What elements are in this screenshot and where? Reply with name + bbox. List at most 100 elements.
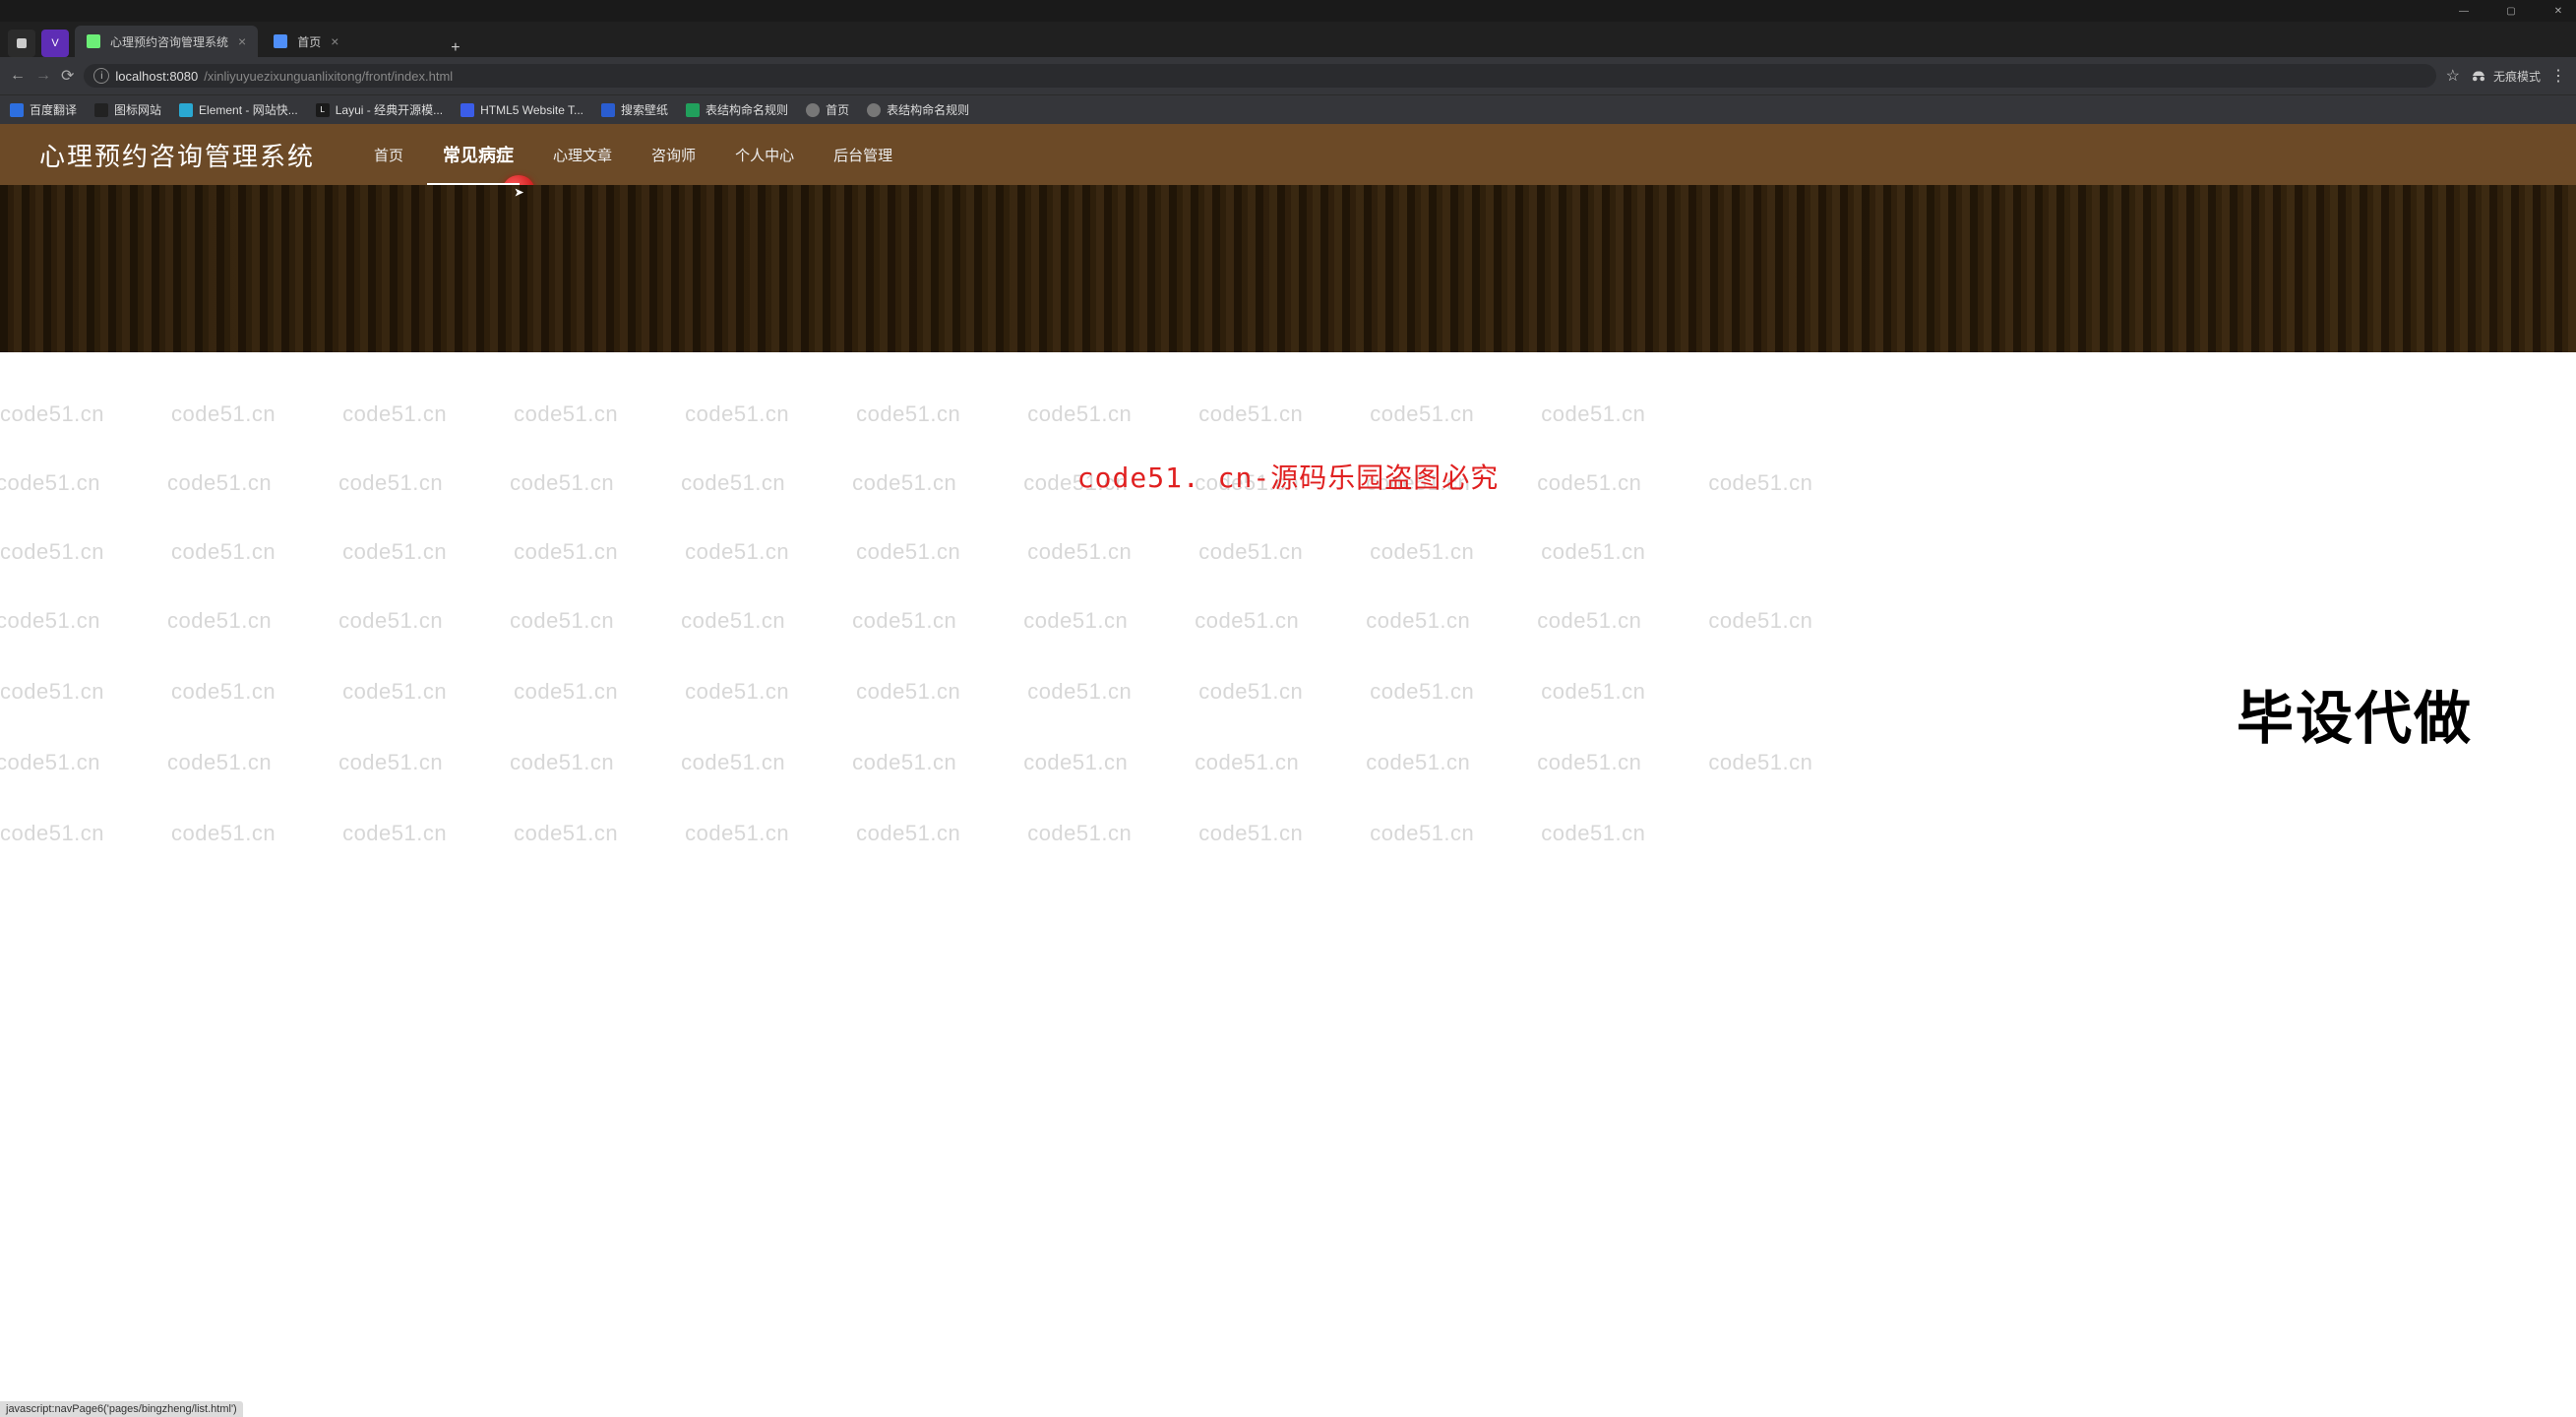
window-maximize-button[interactable]: ▢ xyxy=(2497,6,2525,17)
bookmark-favicon-icon xyxy=(686,103,700,117)
watermark-text: code51.cn xyxy=(1023,608,1128,634)
watermark-text: code51.cn xyxy=(171,821,276,846)
watermark-text: code51.cn xyxy=(0,539,104,565)
nav-counselors[interactable]: 咨询师 xyxy=(642,124,705,185)
nav-personal-center[interactable]: 个人中心 xyxy=(725,124,804,185)
nav-label: 后台管理 xyxy=(833,145,892,165)
window-titlebar: — ▢ ✕ xyxy=(0,0,2576,22)
browser-tab-active[interactable]: 心理预约咨询管理系统 × xyxy=(75,26,258,57)
bookmark-item[interactable]: 搜索壁纸 xyxy=(601,101,668,118)
bookmark-item[interactable]: 图标网站 xyxy=(94,101,161,118)
tab-close-button[interactable]: × xyxy=(331,33,338,49)
site-nav: 首页 常见病症➤ 心理文章 咨询师 个人中心 后台管理 xyxy=(364,124,902,185)
watermark-text: code51.cn xyxy=(342,539,447,565)
watermark-text: code51.cn xyxy=(338,470,443,496)
watermark-text: code51.cn xyxy=(681,470,785,496)
watermark-text: code51.cn xyxy=(1541,539,1645,565)
browser-tab[interactable]: 首页 × xyxy=(262,26,439,57)
bookmark-item[interactable]: 表结构命名规则 xyxy=(686,101,788,118)
watermark-text: code51.cn xyxy=(167,608,272,634)
bookmark-item[interactable]: Element - 网站快... xyxy=(179,101,298,118)
tabbar-extension-icon[interactable]: V xyxy=(41,30,69,57)
watermark-text: code51.cn xyxy=(1366,750,1470,775)
window-minimize-button[interactable]: — xyxy=(2450,6,2478,17)
watermark-text: code51.cn xyxy=(1198,401,1303,427)
new-tab-button[interactable]: + xyxy=(443,39,467,57)
reload-button[interactable]: ⟳ xyxy=(61,66,74,86)
watermark-text: code51.cn xyxy=(1541,401,1645,427)
nav-label: 个人中心 xyxy=(735,145,794,165)
letter-icon: V xyxy=(51,37,58,49)
watermark-text: code51.cn xyxy=(1708,608,1812,634)
bookmark-item[interactable]: 首页 xyxy=(806,101,849,118)
bookmark-favicon-icon xyxy=(460,103,474,117)
watermark-text: code51.cn xyxy=(685,679,789,705)
watermark-text: code51.cn xyxy=(342,401,447,427)
watermark-text: code51.cn xyxy=(1537,750,1641,775)
incognito-indicator[interactable]: 无痕模式 xyxy=(2470,67,2541,85)
big-black-text: 毕设代做 xyxy=(2237,672,2473,755)
watermark-text: code51.cn xyxy=(1198,539,1303,565)
bookmark-favicon-icon xyxy=(179,103,193,117)
watermark-text: code51.cn xyxy=(1370,679,1474,705)
watermark-text: code51.cn xyxy=(171,539,276,565)
watermark-text: code51.cn xyxy=(685,821,789,846)
watermark-text: code51.cn xyxy=(510,470,614,496)
bookmark-item[interactable]: LLayui - 经典开源模... xyxy=(316,101,443,118)
watermark-text: code51.cn xyxy=(856,401,960,427)
bookmark-item[interactable]: 百度翻译 xyxy=(10,101,77,118)
nav-home[interactable]: 首页 xyxy=(364,124,413,185)
watermark-text: code51.cn xyxy=(1537,470,1641,496)
nav-admin[interactable]: 后台管理 xyxy=(824,124,902,185)
watermark-text: code51.cn xyxy=(1370,401,1474,427)
watermark-text: code51.cn xyxy=(171,679,276,705)
watermark-text: code51.cn xyxy=(0,470,100,496)
nav-articles[interactable]: 心理文章 xyxy=(543,124,622,185)
bookmark-favicon-icon xyxy=(601,103,615,117)
watermark-layer: code51.cn code51.cn code51.cn code51.cn code… xyxy=(0,352,2576,1417)
watermark-text: code51.cn xyxy=(342,679,447,705)
watermark-text: code51.cn xyxy=(514,401,618,427)
square-icon xyxy=(17,38,27,48)
back-button[interactable]: ← xyxy=(10,67,26,85)
window-close-button[interactable]: ✕ xyxy=(2545,6,2572,17)
watermark-text: code51.cn xyxy=(1198,821,1303,846)
bookmark-item[interactable]: HTML5 Website T... xyxy=(460,103,583,117)
site-info-icon[interactable]: i xyxy=(93,68,109,84)
cursor-icon: ➤ xyxy=(515,186,523,199)
tab-label: 首页 xyxy=(297,33,321,50)
watermark-text: code51.cn xyxy=(171,401,276,427)
watermark-text: code51.cn xyxy=(856,679,960,705)
bookmark-item[interactable]: 表结构命名规则 xyxy=(867,101,969,118)
browser-tabbar: V 心理预约咨询管理系统 × 首页 × + xyxy=(0,22,2576,57)
browser-menu-button[interactable]: ⋮ xyxy=(2550,66,2566,86)
bookmark-label: HTML5 Website T... xyxy=(480,103,583,117)
nav-label: 首页 xyxy=(374,145,403,165)
watermark-text: code51.cn xyxy=(852,608,956,634)
tab-close-button[interactable]: × xyxy=(238,33,246,49)
watermark-text: code51.cn xyxy=(852,750,956,775)
address-field[interactable]: i localhost:8080/xinliyuyuezixunguanlixi… xyxy=(84,64,2435,88)
browser-addrbar: ← → ⟳ i localhost:8080/xinliyuyuezixungu… xyxy=(0,57,2576,94)
tab-favicon-icon xyxy=(87,34,100,48)
center-red-text: code51. cn-源码乐园盗图必究 xyxy=(1077,457,1499,496)
watermark-text: code51.cn xyxy=(1027,679,1132,705)
watermark-text: code51.cn xyxy=(1370,539,1474,565)
watermark-text: code51.cn xyxy=(685,539,789,565)
watermark-text: code51.cn xyxy=(338,750,443,775)
bookmark-favicon-icon xyxy=(867,103,881,117)
tabbar-leading-icon[interactable] xyxy=(8,30,35,57)
watermark-text: code51.cn xyxy=(1537,608,1641,634)
bookmark-favicon-icon: L xyxy=(316,103,330,117)
watermark-text: code51.cn xyxy=(510,608,614,634)
watermark-text: code51.cn xyxy=(167,470,272,496)
nav-common-symptoms[interactable]: 常见病症➤ xyxy=(433,124,523,185)
bookmark-label: 表结构命名规则 xyxy=(887,101,969,118)
forward-button[interactable]: → xyxy=(35,67,51,85)
watermark-text: code51.cn xyxy=(681,750,785,775)
tab-favicon-icon xyxy=(274,34,287,48)
bookmark-star-button[interactable]: ☆ xyxy=(2446,66,2460,86)
watermark-text: code51.cn xyxy=(852,470,956,496)
watermark-text: code51.cn xyxy=(685,401,789,427)
watermark-text: code51.cn xyxy=(1027,821,1132,846)
